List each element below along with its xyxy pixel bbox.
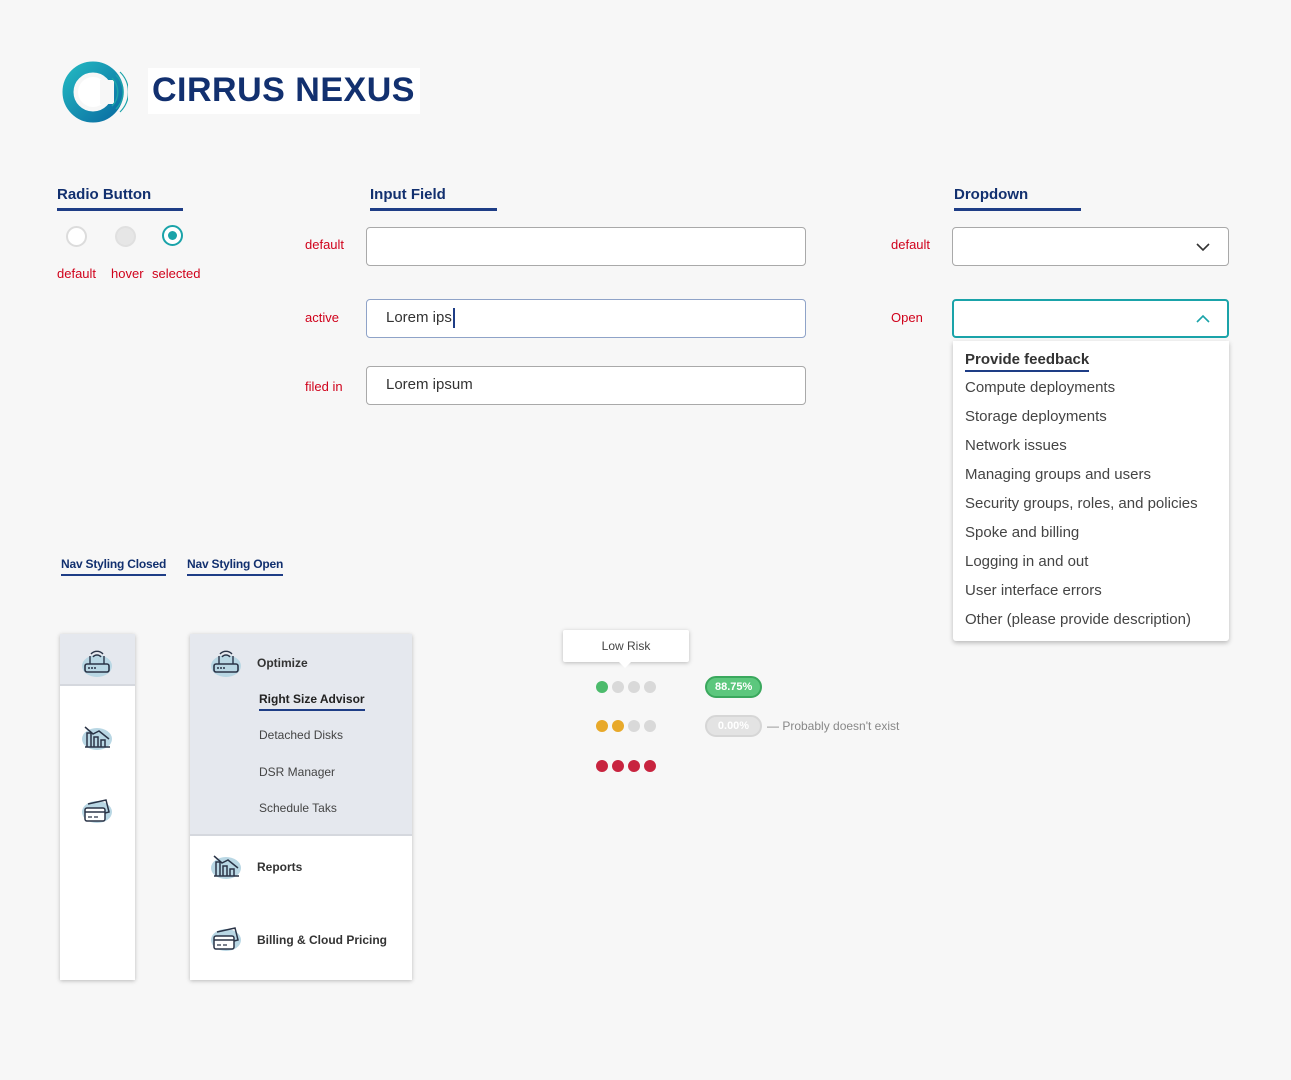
risk-dot [612, 720, 624, 732]
radio-section-title: Radio Button [57, 186, 183, 211]
risk-dot [644, 681, 656, 693]
risk-dot [596, 681, 608, 693]
radio-selected[interactable] [162, 225, 183, 246]
dropdown-option[interactable]: Logging in and out [965, 552, 1217, 581]
risk-dot [596, 760, 608, 772]
input-section-title: Input Field [370, 186, 497, 211]
risk-dot [628, 681, 640, 693]
risk-note: — Probably doesn't exist [767, 719, 900, 733]
risk-dot [596, 720, 608, 732]
input-active-value: Lorem ips [386, 309, 452, 326]
risk-dot [612, 760, 624, 772]
dropdown-option[interactable]: Security groups, roles, and policies [965, 494, 1217, 523]
dropdown-option[interactable]: User interface errors [965, 581, 1217, 610]
dropdown-open-label: Open [891, 310, 923, 325]
nav-closed-title: Nav Styling Closed [61, 557, 166, 576]
nav-item-reports[interactable]: Reports [257, 860, 302, 874]
chevron-down-icon [1196, 243, 1210, 252]
input-default-label: default [305, 237, 345, 252]
risk-dot [644, 760, 656, 772]
nav-closed-panel [60, 634, 135, 980]
nav-subitem-schedule-taks[interactable]: Schedule Taks [259, 801, 337, 815]
credit-card-icon [211, 927, 241, 951]
input-default-field[interactable] [366, 227, 806, 266]
nav-open-title: Nav Styling Open [187, 557, 283, 576]
risk-badge-medium: 0.00% [705, 715, 762, 737]
chart-down-icon [211, 855, 241, 879]
input-filled-label: filed in [305, 379, 343, 394]
dropdown-open[interactable] [952, 299, 1229, 338]
nav-item-billing[interactable]: Billing & Cloud Pricing [257, 933, 387, 947]
dropdown-option[interactable]: Provide feedback [965, 350, 1090, 372]
chart-down-icon[interactable] [79, 717, 115, 753]
risk-dot [628, 720, 640, 732]
dropdown-default-label: default [891, 237, 931, 252]
radio-default-label: default [57, 266, 97, 281]
dropdown-option[interactable]: Storage deployments [965, 407, 1217, 436]
chevron-up-icon [1196, 314, 1210, 323]
input-filled-field[interactable]: Lorem ipsum [366, 366, 806, 405]
nav-open-panel: Optimize Right Size Advisor Detached Dis… [190, 634, 412, 980]
cirrus-nexus-logo-mark [62, 61, 128, 123]
radio-default[interactable] [66, 226, 87, 247]
nav-subitem-right-size-advisor[interactable]: Right Size Advisor [259, 692, 365, 711]
input-active-field[interactable]: Lorem ips [366, 299, 806, 338]
risk-dot [628, 760, 640, 772]
dropdown-option[interactable]: Other (please provide description) [965, 610, 1217, 639]
nav-subitem-dsr-manager[interactable]: DSR Manager [259, 765, 335, 779]
risk-tooltip: Low Risk [563, 630, 689, 668]
dropdown-option[interactable]: Spoke and billing [965, 523, 1217, 552]
dropdown-section-title: Dropdown [954, 186, 1081, 211]
brand-name: CIRRUS NEXUS [148, 68, 420, 114]
dropdown-option[interactable]: Managing groups and users [965, 465, 1217, 494]
credit-card-icon[interactable] [79, 792, 115, 828]
router-icon[interactable] [79, 644, 115, 680]
router-icon [211, 650, 241, 677]
dropdown-default[interactable] [952, 227, 1229, 266]
dropdown-option[interactable]: Network issues [965, 436, 1217, 465]
risk-badge-low: 88.75% [705, 676, 762, 698]
dropdown-option[interactable]: Compute deployments [965, 378, 1217, 407]
radio-hover[interactable] [115, 226, 136, 247]
risk-dot [644, 720, 656, 732]
risk-dot [612, 681, 624, 693]
nav-item-optimize[interactable]: Optimize [257, 656, 308, 670]
text-cursor [452, 308, 455, 329]
nav-subitem-detached-disks[interactable]: Detached Disks [259, 728, 343, 742]
input-active-label: active [305, 310, 339, 325]
radio-hover-label: hover [111, 266, 144, 281]
dropdown-menu: Provide feedback Compute deployments Sto… [953, 341, 1229, 641]
radio-selected-label: selected [152, 266, 201, 281]
